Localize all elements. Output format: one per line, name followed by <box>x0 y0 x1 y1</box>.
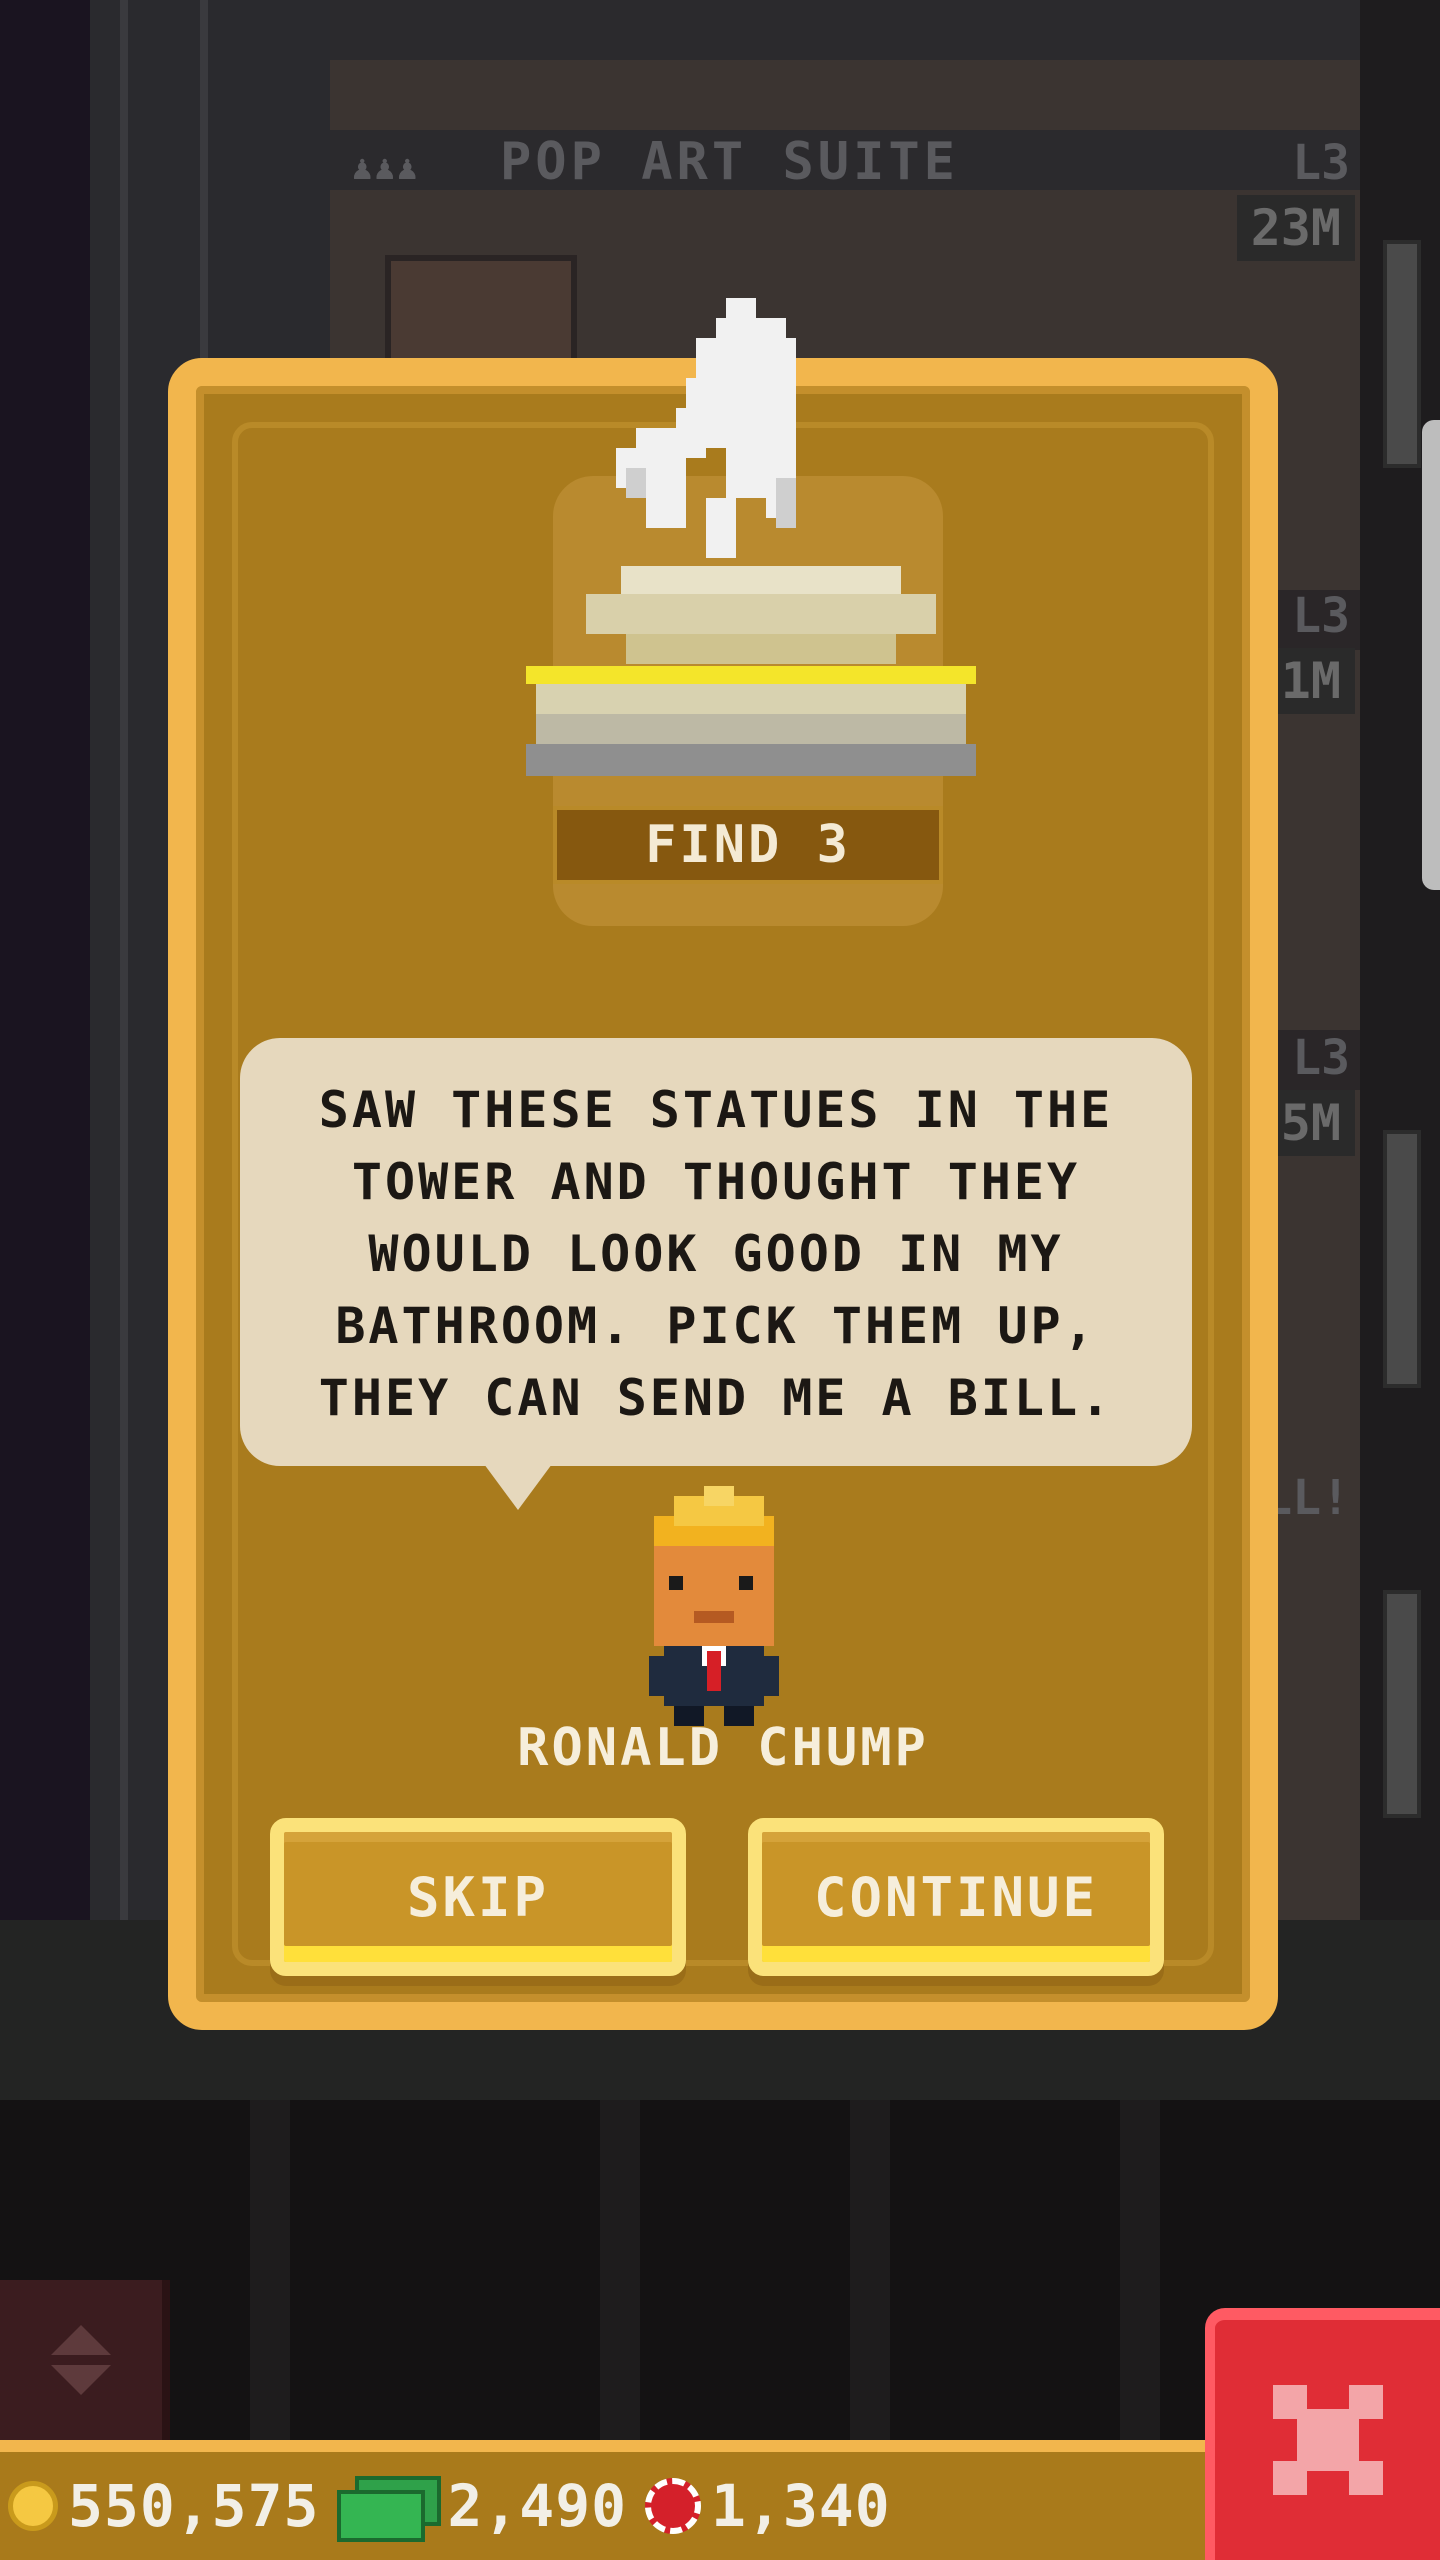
basement-column <box>1120 2100 1160 2440</box>
npc-name: RONALD CHUMP <box>517 1718 929 1778</box>
residents-icon: ♟♟♟ <box>352 148 420 188</box>
message-line: THEY CAN SEND ME A BILL. <box>318 1369 1114 1427</box>
floor-amount: 1M <box>1266 648 1355 714</box>
chips-value: 1,340 <box>711 2472 891 2540</box>
message-line: BATHROOM. PICK THEM UP, <box>335 1297 1097 1355</box>
mission-dialog: FIND 3 SAW THESE STATUES IN THE TOWER AN… <box>168 298 1278 2030</box>
chips-stat[interactable]: 1,340 <box>645 2472 891 2540</box>
arrow-down-icon <box>51 2365 111 2395</box>
floor-title: POP ART SUITE <box>500 132 959 192</box>
floor-amount: 5M <box>1266 1090 1355 1156</box>
arrow-up-icon <box>51 2325 111 2355</box>
basement-column <box>600 2100 640 2440</box>
floor-amount: 23M <box>1236 195 1355 261</box>
floor-level: L3 <box>1292 588 1350 644</box>
casino-chip-icon <box>645 2478 702 2534</box>
speech-bubble: SAW THESE STATUES IN THE TOWER AND THOUG… <box>240 1038 1192 1466</box>
bux-value: 2,490 <box>447 2472 628 2540</box>
floor-level: L3 <box>1292 135 1350 191</box>
coins-stat[interactable]: 550,575 <box>8 2472 319 2540</box>
message-line: TOWER AND THOUGHT THEY <box>351 1153 1081 1211</box>
elevator-button[interactable] <box>0 2280 170 2440</box>
sky-edge <box>0 0 90 1920</box>
skip-button[interactable]: SKIP <box>270 1818 686 1976</box>
message-line: SAW THESE STATUES IN THE <box>318 1081 1114 1139</box>
npc-avatar <box>649 1486 779 1726</box>
close-button[interactable] <box>1205 2308 1440 2560</box>
basement-column <box>250 2100 290 2440</box>
coin-icon <box>8 2481 58 2531</box>
horse-statue-trophy-icon <box>526 298 976 776</box>
speech-bubble-tail <box>484 1464 552 1510</box>
rail-slot <box>1383 1590 1421 1818</box>
bux-stat[interactable]: 2,490 <box>337 2472 628 2542</box>
coins-value: 550,575 <box>68 2472 320 2540</box>
scroll-handle[interactable] <box>1422 420 1440 890</box>
find-count-label: FIND 3 <box>553 806 943 884</box>
rail-slot <box>1383 1130 1421 1388</box>
message-line: WOULD LOOK GOOD IN MY <box>368 1225 1064 1283</box>
basement-column <box>850 2100 890 2440</box>
elevator-cable <box>120 0 128 1920</box>
floor-lobby-strip <box>330 0 1360 60</box>
floor-level: L3 <box>1292 1030 1350 1086</box>
close-icon <box>1272 2385 1383 2495</box>
tower-bux-icon <box>337 2476 442 2542</box>
rail-slot <box>1383 240 1421 468</box>
continue-button[interactable]: CONTINUE <box>748 1818 1164 1976</box>
currency-bar: 550,575 2,490 1,340 <box>0 2440 1210 2560</box>
